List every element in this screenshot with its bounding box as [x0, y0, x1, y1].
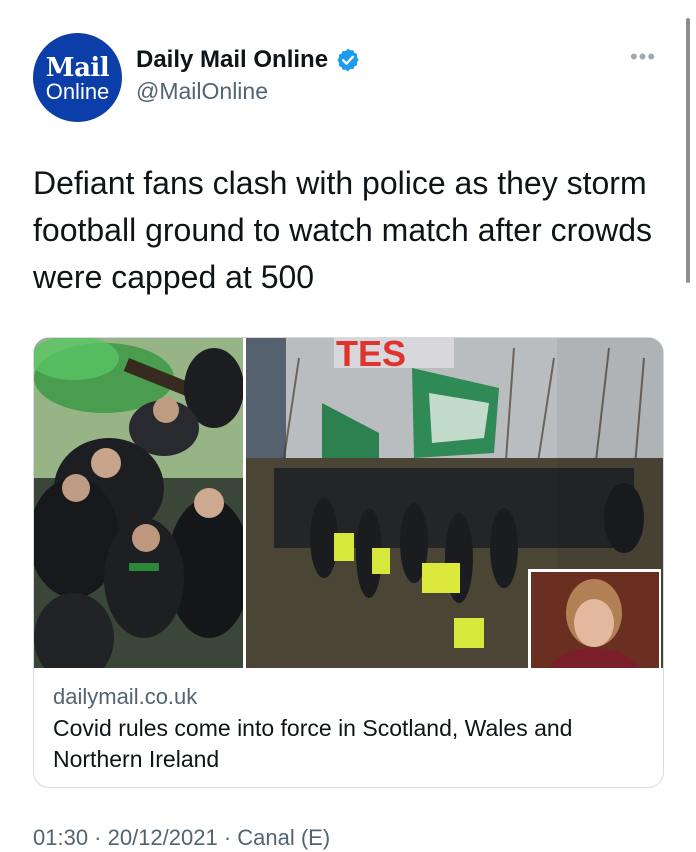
- tweet[interactable]: Mail Online Daily Mail Online @MailOnlin…: [0, 0, 696, 850]
- link-card-domain: dailymail.co.uk: [53, 684, 198, 709]
- avatar-brand-bottom: Online: [45, 79, 110, 104]
- avatar[interactable]: Mail Online: [33, 33, 122, 122]
- tweet-text: Defiant fans clash with police as they s…: [33, 165, 652, 295]
- link-card-title: Covid rules come into force in Scotland,…: [53, 715, 573, 772]
- scrollbar[interactable]: [686, 18, 690, 283]
- link-card[interactable]: TES dailymail.co.uk Covid rules come int…: [33, 337, 664, 788]
- handle[interactable]: @MailOnline: [136, 75, 361, 107]
- tweet-timestamp[interactable]: 01:30 · 20/12/2021 · Canal (E): [33, 824, 330, 852]
- verified-badge-icon: [335, 47, 361, 73]
- display-name-row[interactable]: Daily Mail Online: [136, 45, 361, 75]
- display-name[interactable]: Daily Mail Online: [136, 45, 328, 75]
- link-card-image[interactable]: TES: [34, 338, 663, 668]
- author-names: Daily Mail Online @MailOnline: [136, 45, 361, 107]
- tweet-header: Mail Online Daily Mail Online @MailOnlin…: [33, 33, 663, 123]
- link-card-meta: dailymail.co.uk Covid rules come into fo…: [53, 682, 653, 775]
- store-sign-text: TES: [336, 338, 406, 374]
- more-horizontal-icon[interactable]: •••: [623, 46, 663, 73]
